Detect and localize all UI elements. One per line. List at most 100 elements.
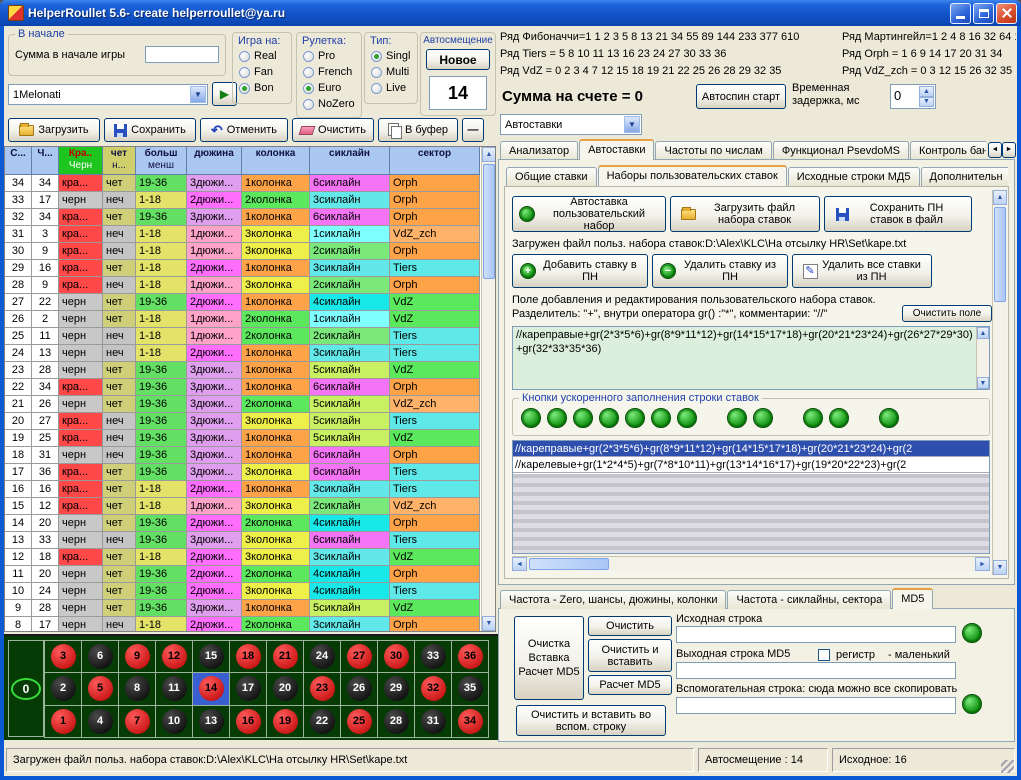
new-number-button[interactable]: Новое xyxy=(426,49,490,70)
scroll-up-icon[interactable]: ▲ xyxy=(977,327,989,339)
quick-fill-coin-5[interactable] xyxy=(625,408,645,428)
remove-all-stakes-button[interactable]: ✎Удалить все ставки из ПН xyxy=(792,254,932,288)
copy-to-buffer-button[interactable]: В буфер xyxy=(378,118,458,142)
board-cell-14[interactable]: 14 xyxy=(193,673,230,705)
board-cell-24[interactable]: 24 xyxy=(304,641,341,673)
scroll-down-icon[interactable]: ▼ xyxy=(482,616,496,631)
close-button[interactable] xyxy=(996,3,1017,24)
bottomtab-md5[interactable]: MD5 xyxy=(892,588,933,609)
quick-fill-coin-7[interactable] xyxy=(677,408,697,428)
radio-real[interactable]: Real xyxy=(239,49,291,63)
radio-fan[interactable]: Fan xyxy=(239,65,291,79)
board-cell-9[interactable]: 9 xyxy=(119,641,156,673)
quick-fill-coin-3[interactable] xyxy=(573,408,593,428)
titlebar[interactable]: HelperRoullet 5.6- create helperroullet@… xyxy=(0,0,1021,26)
column-header-9[interactable]: сектор xyxy=(390,147,480,175)
board-cell-19[interactable]: 19 xyxy=(267,706,304,738)
resize-grip[interactable] xyxy=(1001,760,1014,773)
start-sum-input[interactable] xyxy=(145,46,219,63)
table-vertical-scrollbar[interactable]: ▲ ▼ xyxy=(481,147,496,631)
clear-field-button[interactable]: Очистить поле xyxy=(902,305,992,322)
board-cell-10[interactable]: 10 xyxy=(156,706,193,738)
md5-source-input[interactable] xyxy=(676,626,956,643)
board-cell-7[interactable]: 7 xyxy=(119,706,156,738)
board-cell-30[interactable]: 30 xyxy=(378,641,415,673)
board-cell-6[interactable]: 6 xyxy=(82,641,119,673)
board-cell-12[interactable]: 12 xyxy=(156,641,193,673)
autospin-start-button[interactable]: Автоспин старт xyxy=(696,84,786,109)
board-cell-25[interactable]: 25 xyxy=(341,706,378,738)
md5-output-input[interactable] xyxy=(676,662,956,679)
panel-vertical-scrollbar[interactable]: ▲ ▼ xyxy=(992,190,1007,575)
tab-автоставки[interactable]: Автоставки xyxy=(579,139,654,160)
board-cell-2[interactable]: 2 xyxy=(45,673,82,705)
board-cell-3[interactable]: 3 xyxy=(45,641,82,673)
save-stakes-file-button[interactable]: Сохранить ПН ставок в файл xyxy=(824,196,972,232)
tab-функционал-psevdoms[interactable]: Функционал PsevdoMS xyxy=(773,141,909,160)
md5-clear-paste-helper-button[interactable]: Очистить и вставить во вспом. строку xyxy=(516,705,666,736)
radio-singl[interactable]: Singl xyxy=(371,49,417,63)
board-cell-29[interactable]: 29 xyxy=(378,673,415,705)
board-cell-35[interactable]: 35 xyxy=(452,673,489,705)
board-cell-5[interactable]: 5 xyxy=(82,673,119,705)
stakes-list-item-2[interactable]: //карелевые+gr(1*2*4*5)+gr(7*8*10*11)+gr… xyxy=(513,457,989,473)
radio-multi[interactable]: Multi xyxy=(371,65,417,79)
quick-fill-coin-6[interactable] xyxy=(651,408,671,428)
load-button[interactable]: Загрузить xyxy=(8,118,100,142)
undo-button[interactable]: ↶Отменить xyxy=(200,118,288,142)
scroll-left-icon[interactable]: ◄ xyxy=(512,557,527,571)
chevron-down-icon[interactable]: ▼ xyxy=(190,86,206,103)
quick-fill-coin-11[interactable] xyxy=(829,408,849,428)
board-cell-27[interactable]: 27 xyxy=(341,641,378,673)
column-header-3[interactable]: Кра..Черн xyxy=(59,147,103,175)
md5-clear-button[interactable]: Очистить xyxy=(588,616,672,636)
list-horizontal-scrollbar[interactable]: ◄ ► xyxy=(512,556,990,571)
radio-nozero[interactable]: NoZero xyxy=(303,97,361,111)
subtab-общие-ставки[interactable]: Общие ставки xyxy=(506,167,597,186)
scroll-down-icon[interactable]: ▼ xyxy=(977,377,989,389)
board-cell-zero[interactable]: 0 xyxy=(8,640,44,737)
board-cell-16[interactable]: 16 xyxy=(230,706,267,738)
quick-fill-coin-1[interactable] xyxy=(521,408,541,428)
chevron-down-icon[interactable]: ▼ xyxy=(624,116,640,133)
subtab-исходные-строки-мд5[interactable]: Исходные строки МД5 xyxy=(788,167,920,186)
board-cell-20[interactable]: 20 xyxy=(267,673,304,705)
delay-spinner[interactable]: 0 ▲ ▼ xyxy=(890,84,936,109)
scroll-down-icon[interactable]: ▼ xyxy=(993,560,1007,575)
radio-live[interactable]: Live xyxy=(371,81,417,95)
quick-fill-coin-2[interactable] xyxy=(547,408,567,428)
column-header-7[interactable]: колонка xyxy=(242,147,310,175)
tab-контроль-банкро[interactable]: Контроль банкро xyxy=(910,141,986,160)
scroll-right-icon[interactable]: ► xyxy=(975,557,990,571)
board-cell-17[interactable]: 17 xyxy=(230,673,267,705)
md5-helper-input[interactable] xyxy=(676,697,956,714)
board-cell-22[interactable]: 22 xyxy=(304,706,341,738)
tab-анализатор[interactable]: Анализатор xyxy=(500,141,578,160)
subtab-наборы-пользовательских-ставок[interactable]: Наборы пользовательских ставок xyxy=(598,165,787,186)
load-stakes-file-button[interactable]: Загрузить файл набора ставок xyxy=(670,196,820,232)
board-cell-4[interactable]: 4 xyxy=(82,706,119,738)
stakes-listbox[interactable]: //кареправые+gr(2*3*5*6)+gr(8*9*11*12)+g… xyxy=(512,440,990,554)
board-cell-36[interactable]: 36 xyxy=(452,641,489,673)
board-cell-21[interactable]: 21 xyxy=(267,641,304,673)
spinner-down-icon[interactable]: ▼ xyxy=(919,97,934,108)
board-cell-11[interactable]: 11 xyxy=(156,673,193,705)
md5-source-coin-button[interactable] xyxy=(962,623,982,643)
preset-combobox[interactable]: 1Melonati ▼ xyxy=(8,84,208,105)
column-header-2[interactable]: Ч... xyxy=(32,147,59,175)
scrollbar-thumb[interactable] xyxy=(483,164,495,279)
clear-button[interactable]: Очистить xyxy=(292,118,374,142)
scrollbar-thumb[interactable] xyxy=(994,207,1006,302)
register-checkbox[interactable] xyxy=(818,649,830,661)
md5-clear-paste-calc-button[interactable]: Очистка Вставка Расчет MD5 xyxy=(514,616,584,700)
board-cell-34[interactable]: 34 xyxy=(452,706,489,738)
radio-euro[interactable]: Euro xyxy=(303,81,361,95)
column-header-1[interactable]: С... xyxy=(5,147,32,175)
collapse-button[interactable]: — xyxy=(462,118,484,142)
bottomtab-частота-сиклайны-сектора[interactable]: Частота - сиклайны, сектора xyxy=(727,590,891,609)
board-cell-32[interactable]: 32 xyxy=(415,673,452,705)
minimize-button[interactable] xyxy=(950,3,971,24)
autostake-user-set-button[interactable]: Автоставка пользовательский набор xyxy=(512,196,666,232)
md5-calc-button[interactable]: Расчет MD5 xyxy=(588,675,672,695)
scroll-up-icon[interactable]: ▲ xyxy=(482,147,496,162)
